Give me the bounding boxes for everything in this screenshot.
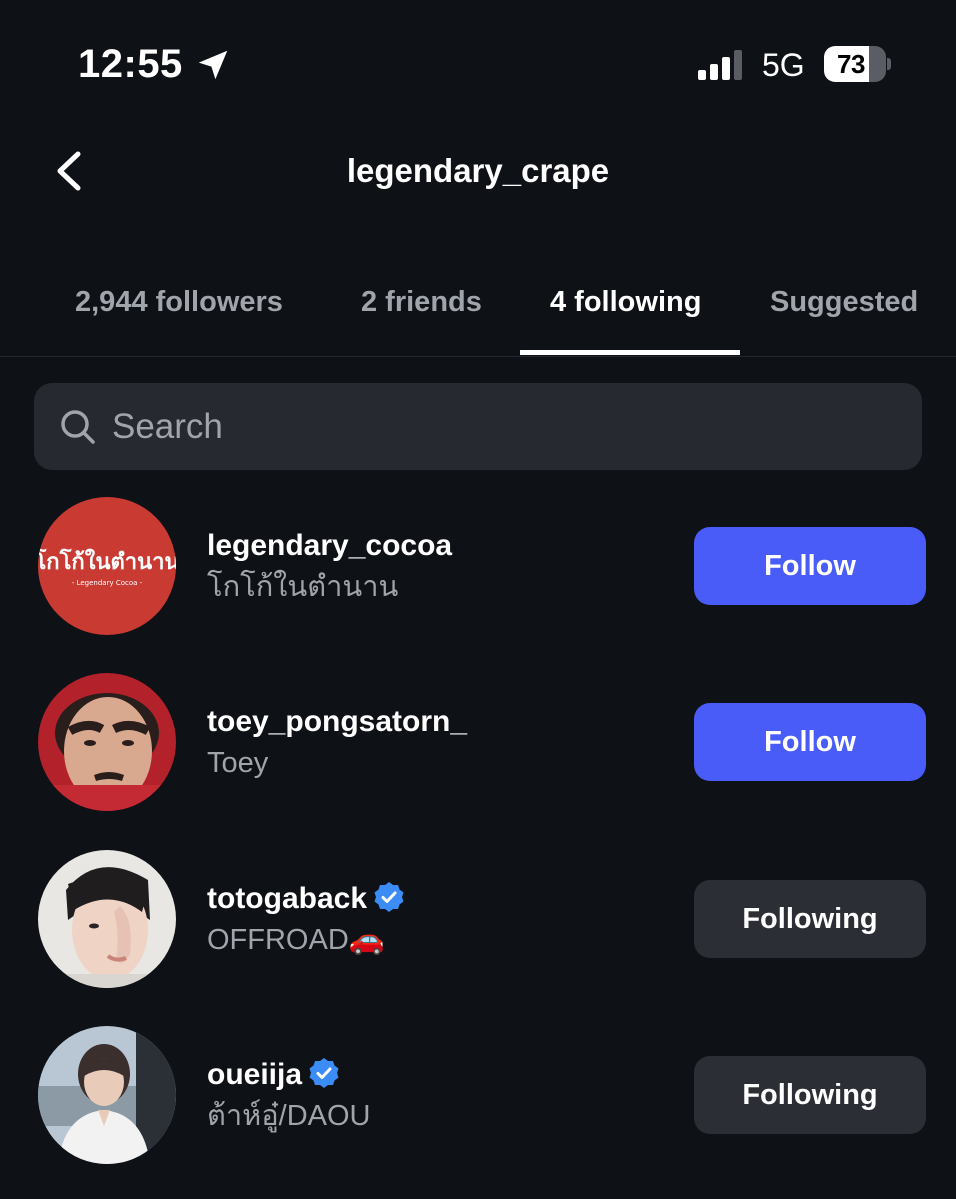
location-arrow-icon [198,50,228,80]
username[interactable]: legendary_cocoa [207,527,452,565]
search-icon [61,410,95,444]
status-bar: 12:55 5G 73 [0,0,956,120]
active-tab-indicator [520,350,740,355]
svg-text:โกโก้ในตำนาน: โกโก้ในตำนาน [38,548,176,575]
search-bar[interactable] [34,383,922,470]
list-item[interactable]: โกโก้ในตำนาน - Legendary Cocoa - legenda… [0,497,956,637]
username[interactable]: toey_pongsatorn_ [207,703,467,741]
verified-badge-icon [309,1058,339,1088]
username[interactable]: totogaback [207,880,405,918]
profile-photo [38,1026,176,1164]
display-name: ต้าห์อู๋/DAOU [207,1100,371,1132]
status-time: 12:55 [78,42,183,86]
tab-bar: l 2,944 followers 2 friends 4 following … [0,272,956,357]
list-item[interactable]: totogaback OFFROAD🚗 Following [0,850,956,990]
legendary-cocoa-logo: โกโก้ในตำนาน - Legendary Cocoa - [38,497,176,635]
username[interactable]: oueiija [207,1056,340,1094]
profile-photo [38,850,176,988]
avatar[interactable]: โกโก้ในตำนาน - Legendary Cocoa - [38,497,176,635]
display-name: OFFROAD🚗 [207,924,385,956]
username-text[interactable]: totogaback [207,882,367,915]
svg-text:- Legendary Cocoa -: - Legendary Cocoa - [72,579,143,587]
tab-partial[interactable]: l [0,282,2,322]
tab-following[interactable]: 4 following [550,282,701,322]
display-name: โกโก้ในตำนาน [207,571,399,603]
list-item[interactable]: oueiija ต้าห์อู๋/DAOU Following [0,1026,956,1166]
back-chevron-icon[interactable] [50,148,90,194]
search-input[interactable] [112,383,892,470]
avatar[interactable] [38,1026,176,1164]
follow-button[interactable]: Follow [694,527,926,605]
avatar[interactable] [38,673,176,811]
profile-photo [38,673,176,811]
tab-followers[interactable]: 2,944 followers [75,282,283,322]
list-item[interactable]: toey_pongsatorn_ Toey Follow [0,673,956,813]
battery-cap [887,58,891,70]
follow-button[interactable]: Follow [694,703,926,781]
verified-badge-icon [374,882,404,912]
tab-friends[interactable]: 2 friends [361,282,482,322]
network-type: 5G [762,47,805,83]
avatar[interactable] [38,850,176,988]
username-text[interactable]: oueiija [207,1058,302,1091]
display-name: Toey [207,747,269,779]
following-button[interactable]: Following [694,1056,926,1134]
cellular-signal-icon [698,50,742,80]
battery-level: 73 [837,49,865,79]
following-button[interactable]: Following [694,880,926,958]
app-screen: 12:55 5G 73 legendary_crape l 2,944 foll… [0,0,956,1199]
battery-indicator: 73 [824,46,886,82]
page-title: legendary_crape [346,152,610,189]
tab-suggested[interactable]: Suggested [770,282,918,322]
